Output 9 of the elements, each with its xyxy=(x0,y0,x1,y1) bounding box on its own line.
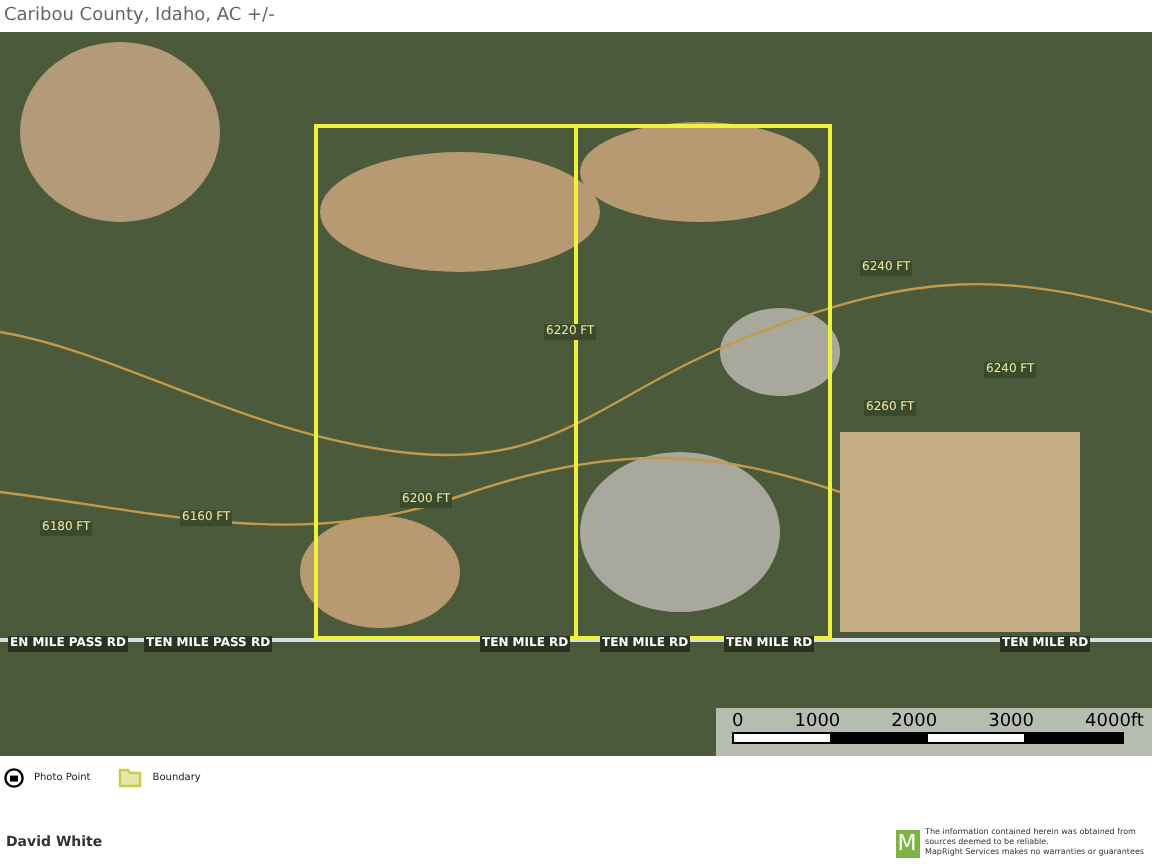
map-subtitle: Caribou County, Idaho, AC +/- xyxy=(4,6,275,26)
scale-label: 1000 xyxy=(794,712,841,732)
scale-label: 0 xyxy=(732,712,744,732)
scale-label: 2000 xyxy=(891,712,938,732)
boundary-icon xyxy=(118,768,143,788)
scale-label: 4000ft xyxy=(1085,712,1144,732)
scale-label: 3000 xyxy=(988,712,1034,732)
company-logo: M xyxy=(895,830,919,858)
pond-patch xyxy=(720,308,840,396)
